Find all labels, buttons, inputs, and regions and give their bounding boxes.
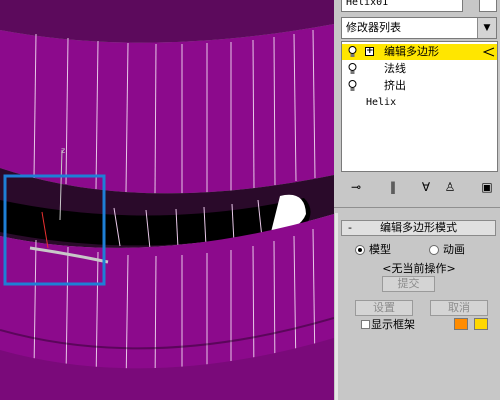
panel-scrollbar[interactable] bbox=[335, 213, 338, 400]
commit-button[interactable]: 提交 bbox=[382, 276, 435, 292]
triangle-pointer-icon bbox=[483, 47, 495, 57]
current-operation-text: <无当前操作> bbox=[382, 262, 456, 275]
stack-toolbar: ⊸ ‖ ∀ ♙ ▣ bbox=[334, 176, 500, 198]
settings-button[interactable]: 设置 bbox=[355, 300, 413, 316]
stack-item-label: Helix bbox=[366, 97, 397, 108]
lightbulb-icon[interactable] bbox=[348, 63, 357, 75]
mode-model-label: 模型 bbox=[369, 243, 391, 256]
object-color-swatch[interactable] bbox=[479, 0, 497, 12]
radio-selected-icon[interactable] bbox=[355, 245, 365, 255]
stack-item-label: 编辑多边形 bbox=[384, 45, 439, 58]
panel-divider bbox=[334, 207, 500, 208]
stack-item-normal[interactable]: 法线 bbox=[342, 61, 497, 77]
object-name-field[interactable]: Helix01 bbox=[341, 0, 463, 12]
lightbulb-icon[interactable] bbox=[348, 46, 357, 58]
cancel-button[interactable]: 取消 bbox=[430, 300, 488, 316]
configure-sets-icon[interactable]: ▣ bbox=[479, 179, 495, 195]
modifier-list-dropdown[interactable]: 修改器列表 ▼ bbox=[341, 17, 497, 39]
rollout-title: 编辑多边形模式 bbox=[380, 221, 457, 234]
make-unique-icon[interactable]: ∀ bbox=[418, 179, 434, 195]
cage-color-swatch-1[interactable] bbox=[454, 318, 468, 330]
collapse-icon[interactable]: - bbox=[348, 221, 352, 235]
stack-item-helix[interactable]: Helix bbox=[342, 95, 497, 111]
show-end-result-icon[interactable]: ‖ bbox=[386, 179, 400, 195]
viewport-perspective[interactable]: z bbox=[0, 0, 334, 400]
pin-stack-icon[interactable]: ⊸ bbox=[348, 179, 364, 195]
chevron-down-icon[interactable]: ▼ bbox=[477, 18, 496, 38]
checkbox-icon[interactable] bbox=[361, 320, 370, 329]
modifier-stack[interactable]: + 编辑多边形 法线 挤出 Helix bbox=[341, 41, 498, 172]
stack-item-label: 挤出 bbox=[384, 79, 406, 92]
radio-unselected-icon[interactable] bbox=[429, 245, 439, 255]
stack-item-label: 法线 bbox=[384, 62, 406, 75]
stack-item-extrude[interactable]: 挤出 bbox=[342, 78, 497, 94]
stack-item-edit-poly[interactable]: + 编辑多边形 bbox=[342, 44, 497, 60]
modifier-list-label: 修改器列表 bbox=[346, 21, 401, 34]
cage-color-swatch-2[interactable] bbox=[474, 318, 488, 330]
lightbulb-icon[interactable] bbox=[348, 80, 357, 92]
show-cage-label: 显示框架 bbox=[371, 318, 415, 331]
z-axis-label: z bbox=[61, 146, 65, 155]
helix-band-top bbox=[0, 24, 334, 194]
edit-poly-mode-rollout-header[interactable]: - 编辑多边形模式 bbox=[341, 220, 496, 236]
expand-icon[interactable]: + bbox=[365, 47, 374, 56]
remove-modifier-icon[interactable]: ♙ bbox=[442, 179, 458, 195]
viewport-canvas[interactable]: z bbox=[0, 0, 334, 400]
mode-animation-label: 动画 bbox=[443, 243, 465, 256]
